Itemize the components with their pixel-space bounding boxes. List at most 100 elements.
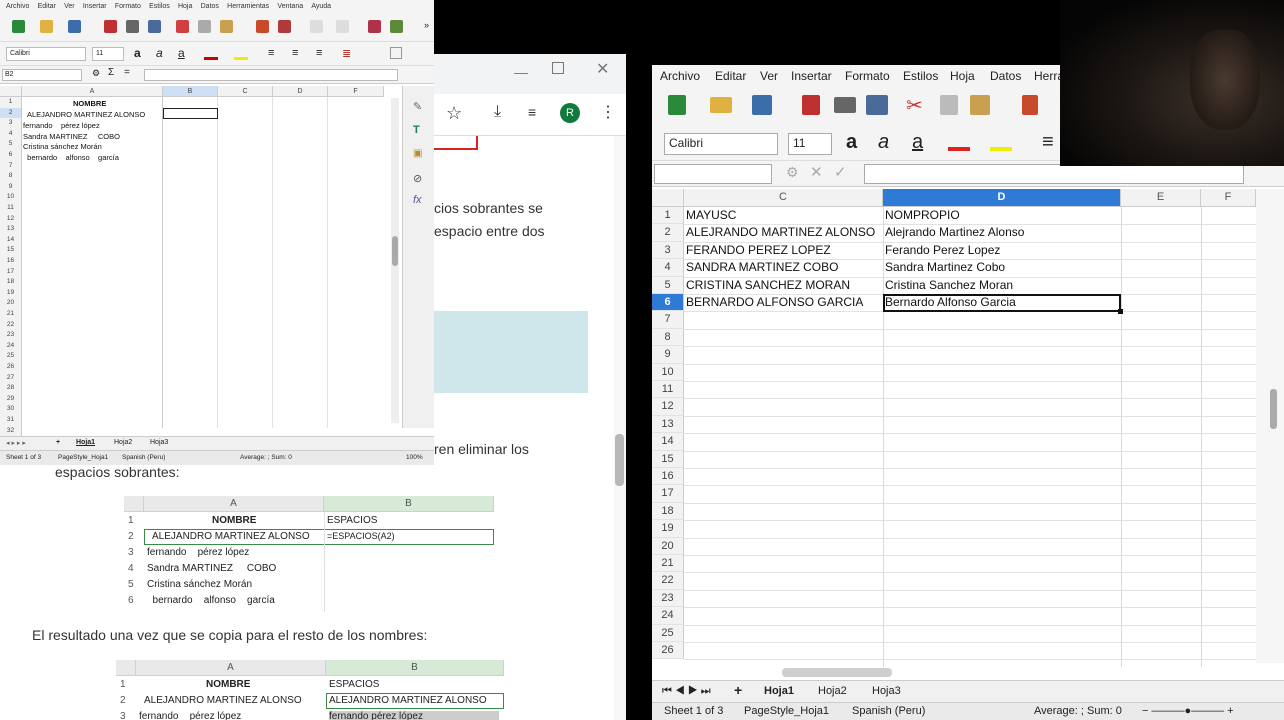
function-wizard-icon[interactable]: ⚙ [92,68,100,79]
toolbar-overflow-icon[interactable]: » [424,20,429,30]
menu-formato[interactable]: Formato [115,0,141,14]
row-header[interactable]: 17 [0,266,22,278]
export-pdf-icon[interactable] [104,20,117,33]
column-header-f[interactable]: F [1201,189,1256,207]
menu-editar[interactable]: Editar [38,0,56,14]
row-header[interactable]: 29 [0,393,22,405]
cell-d5[interactable]: Cristina Sanchez Moran [883,277,1013,294]
print-preview-icon[interactable] [866,95,888,115]
cell-c1[interactable]: MAYUSC [684,207,736,224]
row-header[interactable]: 26 [652,642,684,660]
row-header[interactable]: 12 [652,398,684,416]
formula-icon[interactable]: = [124,67,130,78]
row-header[interactable]: 5 [652,276,684,294]
active-cell-cursor[interactable] [883,294,1121,312]
row-header[interactable]: 9 [652,346,684,364]
row-header[interactable]: 17 [652,485,684,503]
highlight-color-icon[interactable] [234,48,248,60]
corner-cell[interactable] [652,189,684,207]
profile-avatar[interactable]: R [560,103,580,123]
open-folder-icon[interactable] [40,20,53,33]
cell-d4[interactable]: Sandra Martinez Cobo [883,259,1005,276]
column-header-a[interactable]: A [22,86,163,97]
open-folder-icon[interactable] [710,97,732,113]
cell-c6[interactable]: BERNARDO ALFONSO GARCIA [684,294,863,311]
tab-hoja1[interactable]: Hoja1 [76,439,95,446]
row-header[interactable]: 25 [0,351,22,362]
clear-formatting-icon[interactable] [278,20,291,33]
function-wizard-icon[interactable]: ⚙ [786,164,799,181]
export-pdf-icon[interactable] [802,95,820,115]
tab-hoja2[interactable]: Hoja2 [114,439,132,446]
row-header[interactable]: 19 [0,287,22,299]
tab-hoja3[interactable]: Hoja3 [872,685,901,697]
menu-datos[interactable]: Datos [201,0,219,14]
row-header[interactable]: 13 [652,415,684,434]
copy-icon[interactable] [198,20,211,33]
row-header[interactable]: 26 [0,362,22,373]
row-header[interactable]: 18 [652,502,684,521]
corner-cell[interactable] [0,86,22,97]
minimize-icon[interactable]: — [514,64,528,80]
tab-hoja2[interactable]: Hoja2 [818,685,847,697]
menu-insertar[interactable]: Insertar [791,69,832,83]
column-header-c[interactable]: C [684,189,883,207]
row-header[interactable]: 22 [652,572,684,590]
font-size-box[interactable]: 11 [92,47,124,61]
row-header[interactable]: 15 [0,245,22,256]
row-header[interactable]: 25 [652,624,684,642]
align-center-icon[interactable]: ≡ [292,47,298,59]
row-header[interactable]: 11 [0,203,22,214]
tab-nav-arrows-icon[interactable]: ◂ ▸ ▸ ▸ [6,439,26,447]
row-header[interactable]: 13 [0,224,22,235]
row-header[interactable]: 14 [0,234,22,246]
menu-ver[interactable]: Ver [64,0,75,14]
row-header[interactable]: 14 [652,433,684,451]
menu-ayuda[interactable]: Ayuda [311,0,331,14]
column-header-e[interactable]: E [1121,189,1201,207]
vertical-scroll-thumb[interactable] [1270,389,1277,429]
maximize-icon[interactable] [552,62,564,74]
cell-d2[interactable]: Alejrando Martinez Alonso [883,224,1024,241]
row-header[interactable]: 23 [652,589,684,608]
row-header[interactable]: 23 [0,330,22,341]
print-icon[interactable] [834,97,856,113]
properties-icon[interactable]: ✎ [413,100,422,113]
cell-a5[interactable]: Cristina sánchez Morán [23,142,102,152]
clone-formatting-icon[interactable] [256,20,269,33]
row-header[interactable]: 5 [0,139,22,150]
underline-icon[interactable]: a [178,46,185,60]
row-header[interactable]: 8 [652,328,684,347]
row-header[interactable]: 18 [0,277,22,288]
sheet-grid[interactable]: A B C D F 1 2 3 4 5 6 7 8 9 10 11 12 13 14 15 16 17 18 19 2… [0,86,402,437]
row-header[interactable]: 20 [0,298,22,309]
cell-a1[interactable]: NOMBRE [73,99,106,109]
italic-icon[interactable]: a [156,46,163,60]
row-header[interactable]: 7 [0,160,22,172]
font-color-icon[interactable] [204,48,218,60]
menu-archivo[interactable]: Archivo [6,0,29,14]
row-header[interactable]: 1 [0,97,22,108]
row-header[interactable]: 16 [0,256,22,267]
row-header[interactable]: 10 [0,192,22,203]
bold-icon[interactable]: a [134,46,141,60]
row-header[interactable]: 3 [0,118,22,129]
menu-formato[interactable]: Formato [845,69,890,83]
italic-icon[interactable]: a [878,131,889,154]
column-header-f[interactable]: F [328,86,384,97]
row-header[interactable]: 6 [0,150,22,161]
cell-a4[interactable]: Sandra MARTINEZ COBO [23,132,120,142]
paste-icon[interactable] [220,20,233,33]
sheet-grid[interactable]: C D E F 1 2 3 4 5 6 7 8 9 10 11 12 13 14 15 16 17 18 19 20 2… [652,189,1256,667]
row-header[interactable]: 6 [652,294,684,312]
cancel-icon[interactable]: ✕ [810,163,823,181]
navigator-icon[interactable]: ⊘ [413,172,422,185]
row-header[interactable]: 12 [0,213,22,225]
bold-icon[interactable]: a [846,131,857,154]
column-header-b[interactable]: B [163,86,218,97]
save-icon[interactable] [752,95,772,115]
print-preview-icon[interactable] [148,20,161,33]
font-color-icon[interactable] [948,133,970,151]
spelling-icon[interactable] [390,20,403,33]
page-scroll-thumb[interactable] [615,434,624,486]
